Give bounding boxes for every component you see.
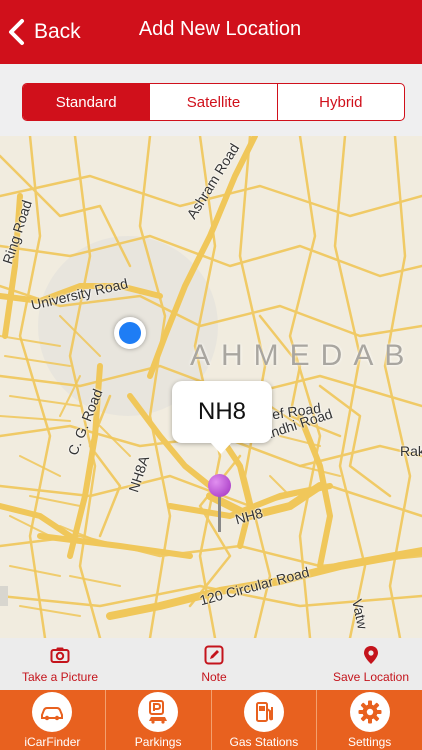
take-picture-label: Take a Picture: [21, 669, 99, 684]
segment-hybrid[interactable]: Hybrid: [278, 84, 404, 120]
map-type-segmented-control: Standard Satellite Hybrid: [22, 83, 405, 121]
tab-label-parkings: Parkings: [134, 735, 182, 749]
parking-icon: [138, 692, 179, 732]
tab-label-gas-stations: Gas Stations: [229, 735, 299, 749]
page-title: Add New Location: [138, 18, 302, 40]
note-label: Note: [201, 669, 227, 684]
pin-needle: [218, 494, 221, 532]
map-view[interactable]: Ashram Road Ring Road University Road C.…: [0, 136, 422, 638]
note-button[interactable]: Note: [185, 638, 243, 690]
car-icon: [32, 692, 73, 732]
map-type-bar: Standard Satellite Hybrid: [0, 64, 422, 136]
navigation-bar: Back Add New Location: [0, 0, 422, 64]
pin-callout[interactable]: NH8: [172, 381, 272, 454]
location-pin-icon[interactable]: [208, 474, 231, 497]
tab-parkings[interactable]: Parkings: [106, 690, 212, 750]
tab-label-settings: Settings: [347, 735, 392, 749]
camera-icon: [50, 647, 70, 663]
save-location-label: Save Location: [332, 669, 410, 684]
action-bar: Take a Picture Note Save Location: [0, 638, 422, 690]
gear-icon: [349, 692, 390, 732]
note-icon: [204, 645, 224, 664]
city-label: AHMEDAB: [190, 339, 416, 372]
segment-standard[interactable]: Standard: [23, 84, 151, 120]
tab-gas-stations[interactable]: Gas Stations: [212, 690, 318, 750]
tab-settings[interactable]: Settings: [317, 690, 422, 750]
tab-label-icarfinder: iCarFinder: [24, 735, 81, 749]
gas-pump-icon: [243, 692, 284, 732]
user-location-dot: [114, 317, 146, 349]
take-picture-button[interactable]: Take a Picture: [16, 638, 104, 690]
save-location-button[interactable]: Save Location: [326, 638, 416, 690]
segment-satellite[interactable]: Satellite: [150, 84, 278, 120]
location-pin-icon: [364, 645, 378, 664]
road-label-rak: Rak: [400, 443, 422, 459]
tab-bar: iCarFinder Parkings Gas Stations Setting…: [0, 690, 422, 750]
tab-icarfinder[interactable]: iCarFinder: [0, 690, 106, 750]
